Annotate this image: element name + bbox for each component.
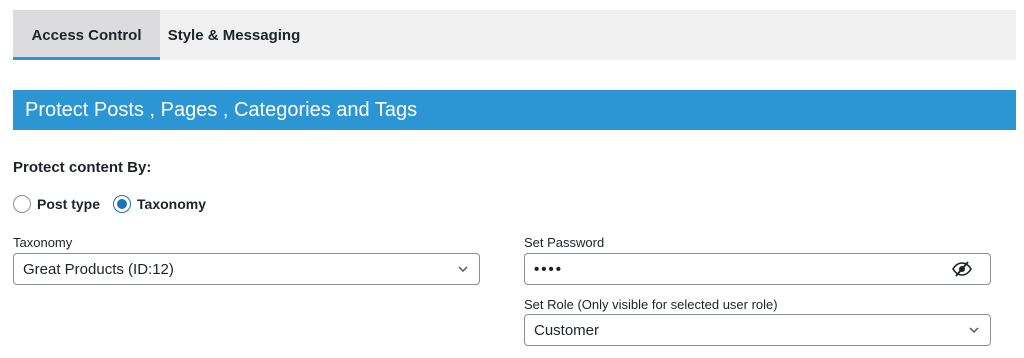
section-banner: Protect Posts , Pages , Categories and T… <box>13 90 1016 130</box>
chevron-down-icon <box>969 327 979 334</box>
taxonomy-radio[interactable] <box>113 195 132 213</box>
tab-style-messaging[interactable]: Style & Messaging <box>160 10 308 60</box>
password-value: •••• <box>534 260 564 278</box>
set-password-label: Set Password <box>524 235 605 250</box>
tab-access-control[interactable]: Access Control <box>13 10 160 60</box>
taxonomy-select[interactable]: Great Products (ID:12) <box>13 253 480 285</box>
taxonomy-radio-label[interactable]: Taxonomy <box>137 196 206 212</box>
tab-bar: Access Control Style & Messaging <box>13 10 1016 60</box>
protect-by-radio-group: Post type Taxonomy <box>13 193 219 215</box>
set-role-label: Set Role (Only visible for selected user… <box>524 297 778 312</box>
taxonomy-select-value: Great Products (ID:12) <box>23 260 174 278</box>
role-select-value: Customer <box>534 321 600 339</box>
post-type-radio[interactable] <box>13 195 31 213</box>
password-input[interactable]: •••• <box>524 253 991 285</box>
chevron-down-icon <box>458 266 468 273</box>
post-type-radio-label[interactable]: Post type <box>37 196 100 212</box>
section-title: Protect Posts , Pages , Categories and T… <box>25 98 418 121</box>
eye-slash-icon[interactable] <box>952 260 972 278</box>
taxonomy-label: Taxonomy <box>13 235 73 250</box>
protect-by-label: Protect content By: <box>13 159 152 176</box>
role-select[interactable]: Customer <box>524 314 991 346</box>
